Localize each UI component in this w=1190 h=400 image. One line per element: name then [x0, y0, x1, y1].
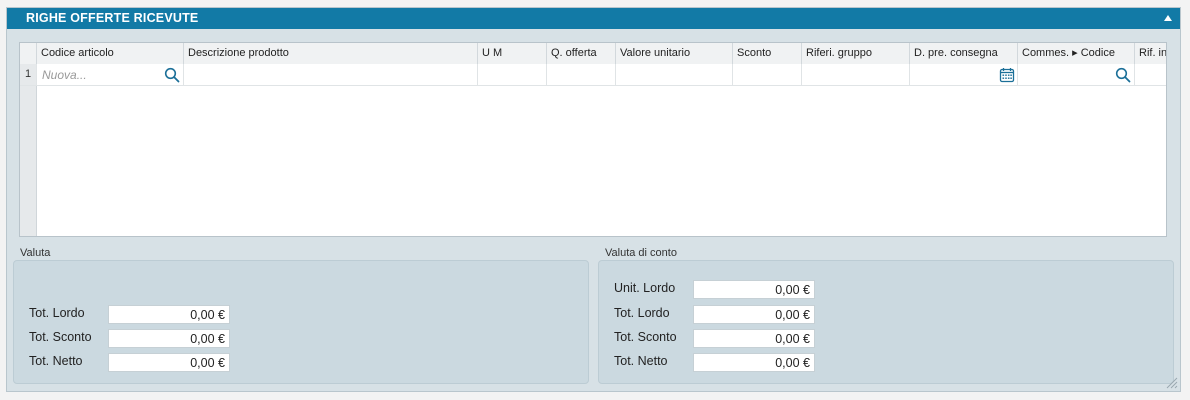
conto-tot-netto-label: Tot. Netto: [614, 354, 668, 368]
search-icon[interactable]: [1115, 67, 1131, 83]
col-header-valore-unitario[interactable]: Valore unitario: [615, 43, 732, 64]
valuta-tot-netto-label: Tot. Netto: [29, 354, 83, 368]
conto-unit-lordo-label: Unit. Lordo: [614, 281, 676, 295]
col-header-d-pre-consegna[interactable]: D. pre. consegna: [909, 43, 1017, 64]
valuta-conto-section-label: Valuta di conto: [605, 247, 677, 259]
valuta-tot-lordo-field[interactable]: 0,00 €: [108, 305, 230, 324]
cell-codice-articolo[interactable]: Nuova...: [36, 64, 183, 85]
col-header-commessa-codice[interactable]: Commes. ▸ Codice: [1017, 43, 1134, 64]
valuta-tot-lordo-label: Tot. Lordo: [29, 306, 85, 320]
valuta-conto-box: Unit. Lordo 0,00 € Tot. Lordo 0,00 € Tot…: [598, 260, 1174, 384]
row-number: 1: [20, 64, 36, 85]
cell-d-pre-consegna[interactable]: [909, 64, 1017, 85]
grid-header: Codice articolo Descrizione prodotto U M…: [20, 43, 1166, 65]
valuta-box: Tot. Lordo 0,00 € Tot. Sconto 0,00 € Tot…: [13, 260, 589, 384]
valuta-tot-sconto-field[interactable]: 0,00 €: [108, 329, 230, 348]
cell-valore-unitario[interactable]: [615, 64, 732, 85]
search-icon[interactable]: [164, 67, 180, 83]
cell-um[interactable]: [477, 64, 546, 85]
resize-grip-icon[interactable]: [1164, 375, 1178, 389]
table-row: 1 Nuova...: [20, 64, 1166, 86]
offerte-panel: RIGHE OFFERTE RICEVUTE Codice articolo D…: [6, 7, 1181, 392]
cell-commessa-codice[interactable]: [1017, 64, 1134, 85]
cell-q-offerta[interactable]: [546, 64, 615, 85]
col-header-sconto[interactable]: Sconto: [732, 43, 801, 64]
col-header-riferi-gruppo[interactable]: Riferi. gruppo: [801, 43, 909, 64]
conto-tot-lordo-field[interactable]: 0,00 €: [693, 305, 815, 324]
conto-unit-lordo-field[interactable]: 0,00 €: [693, 280, 815, 299]
cell-descrizione-prodotto[interactable]: [183, 64, 477, 85]
col-header-q-offerta[interactable]: Q. offerta: [546, 43, 615, 64]
conto-tot-netto-field[interactable]: 0,00 €: [693, 353, 815, 372]
cell-rif-in[interactable]: [1134, 64, 1166, 85]
panel-title: RIGHE OFFERTE RICEVUTE: [26, 11, 199, 25]
col-header-rif-in[interactable]: Rif. in: [1134, 43, 1166, 64]
collapse-arrow-icon[interactable]: [1164, 15, 1172, 21]
codice-placeholder: Nuova...: [42, 68, 87, 82]
col-header-codice-articolo[interactable]: Codice articolo: [36, 43, 183, 64]
col-header-um[interactable]: U M: [477, 43, 546, 64]
valuta-tot-netto-field[interactable]: 0,00 €: [108, 353, 230, 372]
valuta-section-label: Valuta: [20, 247, 51, 259]
conto-tot-sconto-field[interactable]: 0,00 €: [693, 329, 815, 348]
conto-tot-sconto-label: Tot. Sconto: [614, 330, 677, 344]
col-header-descrizione-prodotto[interactable]: Descrizione prodotto: [183, 43, 477, 64]
calendar-icon[interactable]: [999, 67, 1015, 83]
cell-sconto[interactable]: [732, 64, 801, 85]
cell-riferi-gruppo[interactable]: [801, 64, 909, 85]
righe-grid: Codice articolo Descrizione prodotto U M…: [19, 42, 1167, 237]
valuta-tot-sconto-label: Tot. Sconto: [29, 330, 92, 344]
panel-titlebar: RIGHE OFFERTE RICEVUTE: [7, 8, 1180, 29]
conto-tot-lordo-label: Tot. Lordo: [614, 306, 670, 320]
